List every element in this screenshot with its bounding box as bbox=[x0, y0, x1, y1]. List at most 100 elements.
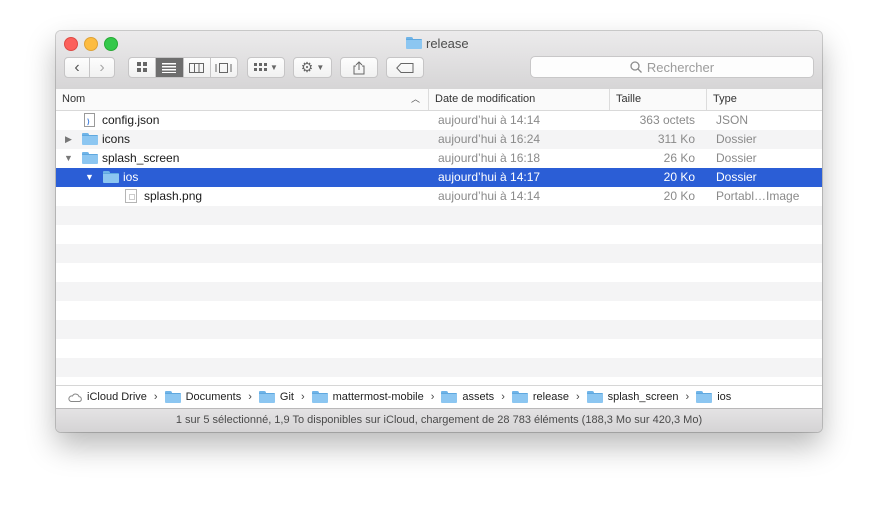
path-item-mattermost-mobile[interactable]: mattermost-mobile bbox=[311, 391, 424, 403]
file-name: splash.png bbox=[144, 189, 203, 203]
folder-icon bbox=[511, 391, 528, 403]
empty-row bbox=[56, 244, 822, 263]
edit-tags-button[interactable] bbox=[386, 57, 424, 78]
file-kind: JSON bbox=[716, 113, 749, 127]
empty-row bbox=[56, 301, 822, 320]
file-size: 363 octets bbox=[639, 113, 695, 127]
list-icon bbox=[162, 62, 177, 73]
folder-icon bbox=[82, 133, 98, 145]
folder-icon bbox=[103, 171, 119, 183]
tag-icon bbox=[396, 62, 414, 73]
arrange-grid-icon bbox=[254, 62, 268, 71]
file-row-splash-screen[interactable]: ▼ splash_screen aujourd’hui à 16:18 26 K… bbox=[56, 149, 822, 168]
chevron-down-icon: ▼ bbox=[316, 63, 325, 72]
path-separator-icon: › bbox=[300, 391, 305, 403]
columns-icon bbox=[189, 62, 205, 73]
path-item-splash-screen[interactable]: splash_screen bbox=[586, 391, 679, 403]
file-row-splash-png[interactable]: splash.png aujourd’hui à 14:14 20 Ko Por… bbox=[56, 187, 822, 206]
file-row-config-json[interactable]: ⟩ config.json aujourd’hui à 14:14 363 oc… bbox=[56, 111, 822, 130]
action-button[interactable]: ⚙ ▼ bbox=[293, 57, 332, 78]
path-item-label: release bbox=[532, 391, 569, 403]
window-title: release bbox=[406, 35, 469, 51]
path-item-ios[interactable]: ios bbox=[696, 391, 731, 403]
empty-row bbox=[56, 263, 822, 282]
file-list: ⟩ config.json aujourd’hui à 14:14 363 oc… bbox=[56, 111, 822, 385]
chevron-down-icon: ▼ bbox=[270, 63, 278, 72]
folder-icon bbox=[586, 391, 603, 403]
search-field[interactable]: Rechercher bbox=[530, 56, 814, 78]
path-item-assets[interactable]: assets bbox=[441, 391, 494, 403]
folder-icon bbox=[441, 391, 458, 403]
path-separator-icon: › bbox=[575, 391, 580, 403]
grid-icon bbox=[136, 62, 147, 72]
empty-row bbox=[56, 358, 822, 377]
column-header-size[interactable]: Taille bbox=[610, 89, 707, 110]
cover-flow-icon bbox=[215, 62, 232, 73]
zoom-window-button[interactable] bbox=[104, 37, 118, 51]
disclosure-triangle-collapsed-icon[interactable]: ▶ bbox=[65, 130, 72, 149]
column-header-name-label: Nom bbox=[62, 93, 86, 105]
forward-button[interactable]: › bbox=[90, 58, 114, 77]
cloud-icon bbox=[68, 393, 82, 402]
title-bar: release ‹ › ▼ ⚙ ▼ Rechercher bbox=[56, 31, 822, 90]
path-separator-icon: › bbox=[153, 391, 158, 403]
file-size: 20 Ko bbox=[663, 189, 695, 203]
file-name: icons bbox=[102, 132, 131, 146]
gallery-view-button[interactable] bbox=[211, 58, 237, 77]
share-button[interactable] bbox=[340, 57, 378, 78]
arrange-button[interactable]: ▼ bbox=[247, 57, 285, 78]
gear-icon: ⚙ bbox=[300, 59, 314, 75]
close-window-button[interactable] bbox=[64, 37, 78, 51]
share-icon bbox=[353, 60, 365, 74]
path-item-git[interactable]: Git bbox=[258, 391, 294, 403]
folder-icon bbox=[406, 37, 422, 49]
empty-row bbox=[56, 339, 822, 358]
file-date: aujourd’hui à 16:18 bbox=[438, 151, 541, 165]
folder-icon bbox=[311, 391, 328, 403]
empty-row bbox=[56, 206, 822, 225]
search-placeholder: Rechercher bbox=[646, 59, 715, 75]
path-separator-icon: › bbox=[248, 391, 252, 403]
file-name: config.json bbox=[102, 113, 160, 127]
list-view-button[interactable] bbox=[156, 58, 184, 77]
file-name: ios bbox=[123, 170, 139, 184]
path-item-label: splash_screen bbox=[607, 391, 679, 403]
file-row-ios[interactable]: ▼ ios aujourd’hui à 14:17 20 Ko Dossier bbox=[56, 168, 822, 187]
empty-row bbox=[56, 282, 822, 301]
icon-view-button[interactable] bbox=[129, 58, 157, 77]
back-button[interactable]: ‹ bbox=[65, 58, 90, 77]
empty-row bbox=[56, 225, 822, 244]
finder-window: release ‹ › ▼ ⚙ ▼ Rechercher Nom ︿ Date … bbox=[56, 31, 822, 432]
path-item-label: mattermost-mobile bbox=[332, 391, 424, 403]
file-date: aujourd’hui à 14:14 bbox=[438, 189, 541, 203]
path-item-label: assets bbox=[462, 391, 495, 403]
json-file-icon: ⟩ bbox=[84, 113, 95, 127]
path-item-documents[interactable]: Documents bbox=[164, 391, 241, 403]
sort-ascending-icon: ︿ bbox=[410, 94, 420, 104]
column-view-button[interactable] bbox=[184, 58, 211, 77]
disclosure-triangle-expanded-icon[interactable]: ▼ bbox=[85, 168, 94, 187]
path-separator-icon: › bbox=[501, 391, 505, 403]
path-item-icloud-drive[interactable]: iCloud Drive bbox=[68, 391, 147, 403]
folder-icon bbox=[258, 391, 275, 403]
search-icon bbox=[630, 61, 642, 73]
column-header-name[interactable]: Nom ︿ bbox=[56, 89, 429, 110]
file-size: 26 Ko bbox=[663, 151, 695, 165]
file-kind: Dossier bbox=[716, 170, 757, 184]
file-date: aujourd’hui à 16:24 bbox=[438, 132, 541, 146]
file-kind: Dossier bbox=[716, 132, 757, 146]
column-header-date[interactable]: Date de modification bbox=[429, 89, 610, 110]
column-header-kind[interactable]: Type bbox=[707, 89, 822, 110]
path-item-release[interactable]: release bbox=[511, 391, 569, 403]
path-separator-icon: › bbox=[430, 391, 435, 403]
window-title-text: release bbox=[426, 35, 469, 51]
disclosure-triangle-expanded-icon[interactable]: ▼ bbox=[64, 149, 73, 168]
minimize-window-button[interactable] bbox=[84, 37, 98, 51]
file-name: splash_screen bbox=[102, 151, 180, 165]
file-row-icons[interactable]: ▶ icons aujourd’hui à 16:24 311 Ko Dossi… bbox=[56, 130, 822, 149]
path-item-label: ios bbox=[717, 391, 732, 403]
folder-icon bbox=[82, 152, 98, 164]
file-kind: Dossier bbox=[716, 151, 757, 165]
folder-icon bbox=[696, 391, 713, 403]
file-date: aujourd’hui à 14:14 bbox=[438, 113, 541, 127]
